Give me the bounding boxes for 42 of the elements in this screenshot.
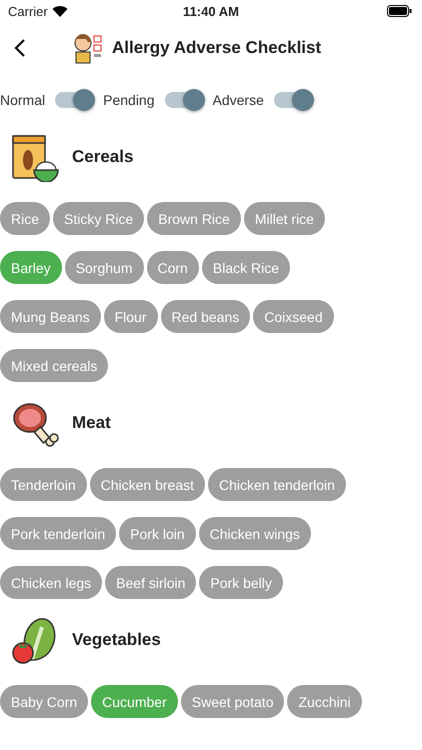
food-chip[interactable]: Corn [146,251,199,284]
food-chip[interactable]: Barley [0,251,62,284]
food-chip[interactable]: Pork tenderloin [0,517,116,550]
section-title: Vegetables [72,630,161,650]
food-chip[interactable]: Mung Beans [0,300,101,333]
filter-switch[interactable] [274,92,312,108]
filter-switch[interactable] [164,92,203,108]
food-chip[interactable]: Cucumber [91,685,178,718]
food-chip[interactable]: Chicken legs [0,566,102,599]
food-chip[interactable]: Millet rice [244,202,325,235]
food-chip[interactable]: Tenderloin [0,468,87,501]
food-chip[interactable]: Chicken tenderloin [208,468,346,501]
person-checklist-icon [72,32,104,64]
food-chip[interactable]: Beef sirloin [105,566,196,599]
food-chip[interactable]: Pork belly [199,566,283,599]
carrier-label: Carrier [8,4,48,18]
filter-label: Normal [0,92,46,108]
food-chip[interactable]: Coixseed [253,300,334,333]
clock-time: 11:40 AM [183,4,239,18]
food-chip[interactable]: Rice [0,202,50,235]
food-chip[interactable]: Sweet potato [180,685,284,718]
food-chip[interactable]: Black Rice [202,251,290,284]
back-chevron-icon [14,38,26,58]
food-chip[interactable]: Baby Corn [0,685,88,718]
food-chip[interactable]: Sticky Rice [53,202,144,235]
food-chip[interactable]: Brown Rice [147,202,241,235]
food-chip[interactable]: Flour [104,300,158,333]
battery-icon [387,5,412,17]
page-title: Allergy Adverse Checklist [112,38,322,58]
wifi-icon [52,5,68,17]
filter-label: Pending [103,92,155,108]
filter-switch[interactable] [55,92,94,108]
filter-label: Adverse [212,92,264,108]
food-chip[interactable]: Chicken wings [198,517,311,550]
section-title: Meat [72,413,111,433]
section-title: Cereals [72,147,134,167]
food-chip[interactable]: Zucchini [287,685,362,718]
food-chip[interactable]: Pork loin [119,517,196,550]
food-chip[interactable]: Red beans [160,300,250,333]
food-chip[interactable]: Sorghum [64,251,144,284]
food-chip[interactable]: Mixed cereals [0,349,108,382]
food-chip[interactable]: Chicken breast [90,468,205,501]
